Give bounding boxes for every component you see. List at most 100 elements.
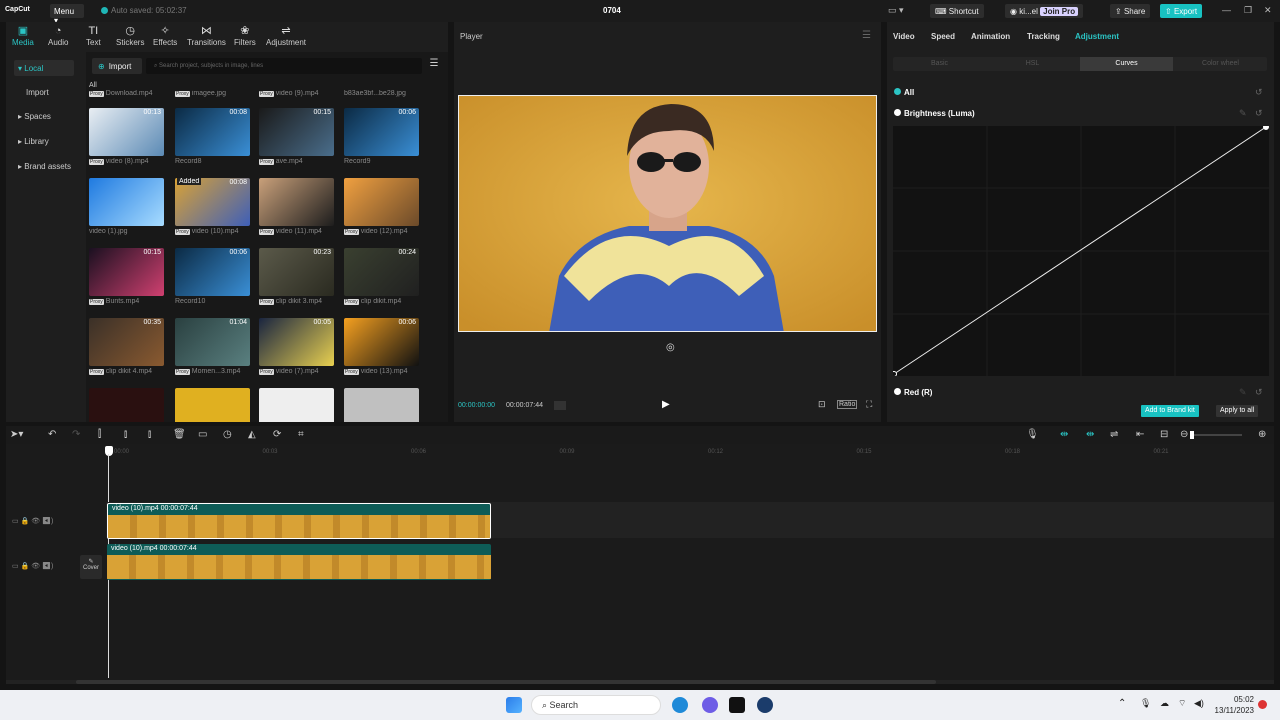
reset-icon[interactable]: ↺ [1255, 87, 1263, 98]
mirror-icon[interactable]: ◭ [248, 429, 256, 440]
edge-icon[interactable] [672, 697, 688, 713]
layout-icon[interactable]: ▭ ▾ [888, 5, 904, 16]
subtab-color-wheel[interactable]: Color wheel [1174, 57, 1267, 71]
tray-mic-icon[interactable]: 🎙 [1140, 698, 1151, 709]
share-button[interactable]: ⇪ Share [1110, 4, 1151, 18]
filter-all[interactable]: All [89, 82, 97, 89]
tab-adjustment[interactable]: ⇌ Adjustment [266, 25, 306, 47]
sidebar-item-import[interactable]: Import [14, 84, 74, 100]
media-thumbnail[interactable] [344, 178, 419, 226]
fit-icon[interactable]: ⊡ [818, 399, 826, 410]
auto-snapping-icon[interactable]: ⇹ [1086, 429, 1094, 440]
media-thumbnail[interactable] [259, 178, 334, 226]
start-icon[interactable] [506, 697, 522, 713]
media-thumbnail[interactable]: 00:15 [89, 248, 164, 296]
rotate-icon[interactable]: ⟳ [273, 429, 281, 440]
media-thumbnail[interactable]: 00:06 [175, 248, 250, 296]
tab-audio[interactable]: ◔ Audio [48, 25, 68, 47]
export-button[interactable]: ⇧ Export [1160, 4, 1203, 18]
discord-icon[interactable] [702, 697, 718, 713]
tab-adjustment-right[interactable]: Adjustment [1075, 32, 1119, 41]
tab-speed[interactable]: Speed [931, 32, 955, 41]
apply-to-all-button[interactable]: Apply to all [1216, 405, 1259, 417]
tab-animation[interactable]: Animation [971, 32, 1010, 41]
select-tool-icon[interactable]: ➤▾ [10, 429, 23, 440]
timeline[interactable]: 00:00 00:03 00:06 00:09 00:12 00:15 00:18 00:21… [6, 444, 1274, 684]
subtab-hsl[interactable]: HSL [986, 57, 1079, 71]
notification-icon[interactable] [1258, 700, 1267, 709]
zoom-out-icon[interactable]: ⊖ [1180, 429, 1188, 440]
account-button[interactable]: ◉ ki...el Join Pro [1005, 4, 1084, 18]
media-thumbnail[interactable]: 00:15 [259, 108, 334, 156]
video-preview[interactable] [458, 95, 877, 332]
maximize-icon[interactable]: ❐ [1244, 5, 1252, 16]
media-thumbnail[interactable]: 00:06 [344, 318, 419, 366]
import-button[interactable]: ⊕ Import [92, 58, 142, 74]
all-curves-toggle[interactable]: All [894, 88, 914, 97]
red-reset-icon[interactable]: ↺ [1255, 387, 1263, 398]
timecode-format-icon[interactable] [554, 401, 566, 410]
clock[interactable]: 05:02 13/11/2023 [1215, 694, 1254, 716]
delete-icon[interactable]: 🗑 [173, 429, 186, 440]
sidebar-item-local[interactable]: ▾ Local [14, 60, 74, 76]
tray-cloud-icon[interactable]: ☁ [1160, 698, 1169, 709]
timeline-scrollbar[interactable] [6, 680, 1274, 684]
close-icon[interactable]: ✕ [1264, 5, 1272, 16]
zoom-slider[interactable] [1190, 431, 1242, 439]
split-left-icon[interactable]: ⫾ [124, 429, 127, 440]
media-thumbnail[interactable]: 00:08 [175, 108, 250, 156]
fullscreen-icon[interactable]: ⛶ [866, 399, 872, 410]
red-curve-label[interactable]: Red (R) [894, 388, 932, 397]
media-thumbnail[interactable]: 00:13 [89, 108, 164, 156]
luma-curve-label[interactable]: Brightness (Luma) [894, 109, 975, 118]
minimize-icon[interactable]: — [1222, 5, 1231, 15]
microphone-icon[interactable]: 🎙 [1026, 429, 1039, 440]
volume-icon[interactable]: ◀) [1194, 698, 1204, 709]
list-view-icon[interactable]: ☰ [426, 58, 442, 74]
main-track-magnet-icon[interactable]: ⇹ [1060, 429, 1068, 440]
media-thumbnail[interactable]: 00:06 [344, 108, 419, 156]
sidebar-item-brand-assets[interactable]: ▸ Brand assets [14, 158, 80, 174]
split-icon[interactable]: ⫿ [98, 429, 101, 440]
crop-icon[interactable]: ⌗ [298, 429, 304, 440]
sidebar-item-spaces[interactable]: ▸ Spaces [14, 108, 74, 124]
sidebar-item-library[interactable]: ▸ Library [14, 133, 74, 149]
wifi-icon[interactable]: ⌔ [1178, 698, 1186, 709]
rotate-handle-icon[interactable]: ◎ [666, 342, 675, 353]
video-clip-2[interactable]: video (10).mp4 00:00:07:44 [107, 544, 491, 580]
track1-controls[interactable]: ▭ 🔒 👁 ◀) [12, 517, 53, 525]
media-thumbnail[interactable]: 00:23 [259, 248, 334, 296]
media-thumbnail[interactable] [89, 388, 164, 422]
split-right-icon[interactable]: ⫾ [148, 429, 151, 440]
media-thumbnail[interactable]: 00:24 [344, 248, 419, 296]
linkage-icon[interactable]: ⇌ [1110, 429, 1118, 440]
red-eyedropper-icon[interactable]: ✎ [1239, 387, 1247, 398]
tab-stickers[interactable]: ◷ Stickers [116, 25, 144, 47]
zoom-in-icon[interactable]: ⊕ [1258, 429, 1266, 440]
tab-video[interactable]: Video [893, 32, 915, 41]
player-menu-icon[interactable]: ☰ [862, 30, 871, 41]
steam-icon[interactable] [757, 697, 773, 713]
curve-editor[interactable] [891, 124, 1269, 377]
media-thumbnail[interactable]: 00:08 Added [175, 178, 250, 226]
media-thumbnail[interactable]: 00:35 [89, 318, 164, 366]
luma-reset-icon[interactable]: ↺ [1255, 108, 1263, 119]
tab-transitions[interactable]: ⋈ Transitions [187, 25, 226, 47]
ratio-button[interactable]: Ratio [837, 400, 858, 409]
menu-button[interactable]: Menu ▾ [50, 4, 84, 25]
track2-controls[interactable]: ▭ 🔒 👁 ◀) [12, 562, 53, 570]
search-input[interactable]: ⌕ Search project, subjects in image, lin… [146, 58, 422, 74]
eyedropper-icon[interactable]: ✎ [1239, 108, 1247, 119]
reverse-icon[interactable]: ◷ [223, 429, 232, 440]
media-thumbnail[interactable]: 00:05 [259, 318, 334, 366]
redo-icon[interactable]: ↷ [72, 429, 80, 440]
video-clip-1[interactable]: video (10).mp4 00:00:07:44 [107, 503, 491, 539]
media-thumbnail[interactable] [259, 388, 334, 422]
taskbar-search[interactable]: ⌕ Search [531, 695, 661, 715]
subtab-basic[interactable]: Basic [893, 57, 986, 71]
tab-tracking[interactable]: Tracking [1027, 32, 1060, 41]
tab-media[interactable]: ▣ Media [12, 25, 34, 47]
media-thumbnail[interactable] [89, 178, 164, 226]
add-to-brand-kit-button[interactable]: Add to Brand kit [1141, 405, 1199, 417]
capcut-icon[interactable] [729, 697, 745, 713]
